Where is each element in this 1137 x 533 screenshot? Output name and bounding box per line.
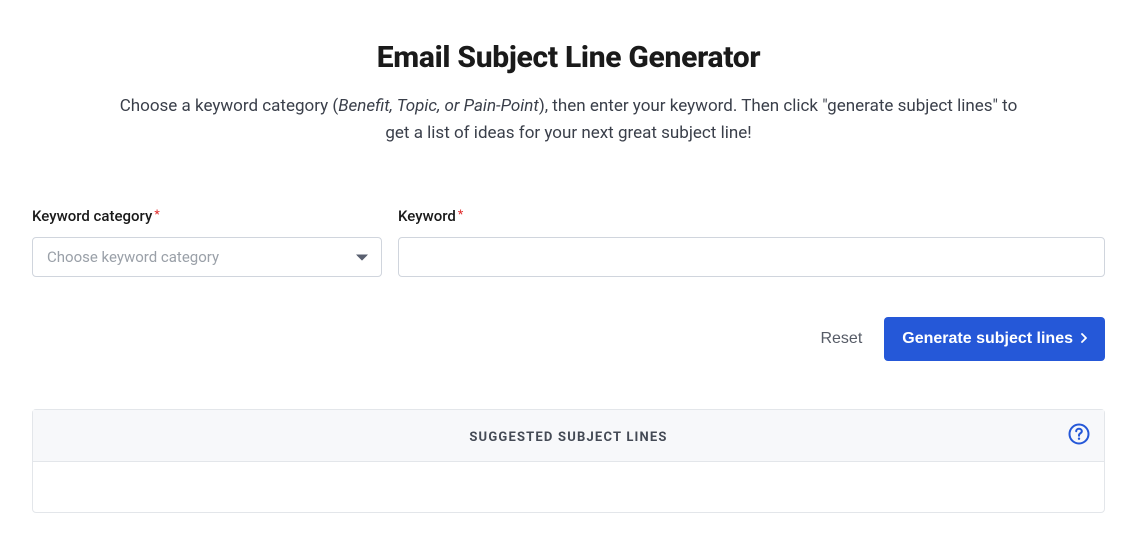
required-mark: * — [154, 207, 159, 221]
results-panel: SUGGESTED SUBJECT LINES — [32, 409, 1105, 513]
results-title: SUGGESTED SUBJECT LINES — [469, 430, 667, 445]
subtitle-emphasis: Benefit, Topic, or Pain-Point — [338, 96, 539, 116]
generate-button[interactable]: Generate subject lines — [884, 317, 1105, 361]
required-mark: * — [458, 207, 463, 221]
category-field-group: Keyword category* Choose keyword categor… — [32, 207, 382, 277]
help-icon[interactable] — [1068, 423, 1090, 449]
keyword-field-group: Keyword* — [398, 207, 1105, 277]
caret-right-icon — [1081, 330, 1087, 348]
category-select[interactable]: Choose keyword category — [32, 237, 382, 277]
category-label: Keyword category* — [32, 207, 382, 225]
results-header: SUGGESTED SUBJECT LINES — [33, 410, 1104, 462]
subtitle-pre: Choose a keyword category ( — [120, 96, 339, 116]
reset-button[interactable]: Reset — [816, 320, 866, 358]
keyword-label-text: Keyword — [398, 207, 456, 225]
results-body — [33, 462, 1104, 512]
page-subtitle: Choose a keyword category (Benefit, Topi… — [109, 93, 1029, 147]
button-row: Reset Generate subject lines — [32, 317, 1105, 361]
keyword-input[interactable] — [398, 237, 1105, 277]
keyword-label: Keyword* — [398, 207, 1105, 225]
generate-button-label: Generate subject lines — [902, 330, 1073, 348]
form-row: Keyword category* Choose keyword categor… — [32, 207, 1105, 277]
page-title: Email Subject Line Generator — [32, 40, 1105, 75]
category-label-text: Keyword category — [32, 207, 152, 225]
category-select-wrapper: Choose keyword category — [32, 237, 382, 277]
